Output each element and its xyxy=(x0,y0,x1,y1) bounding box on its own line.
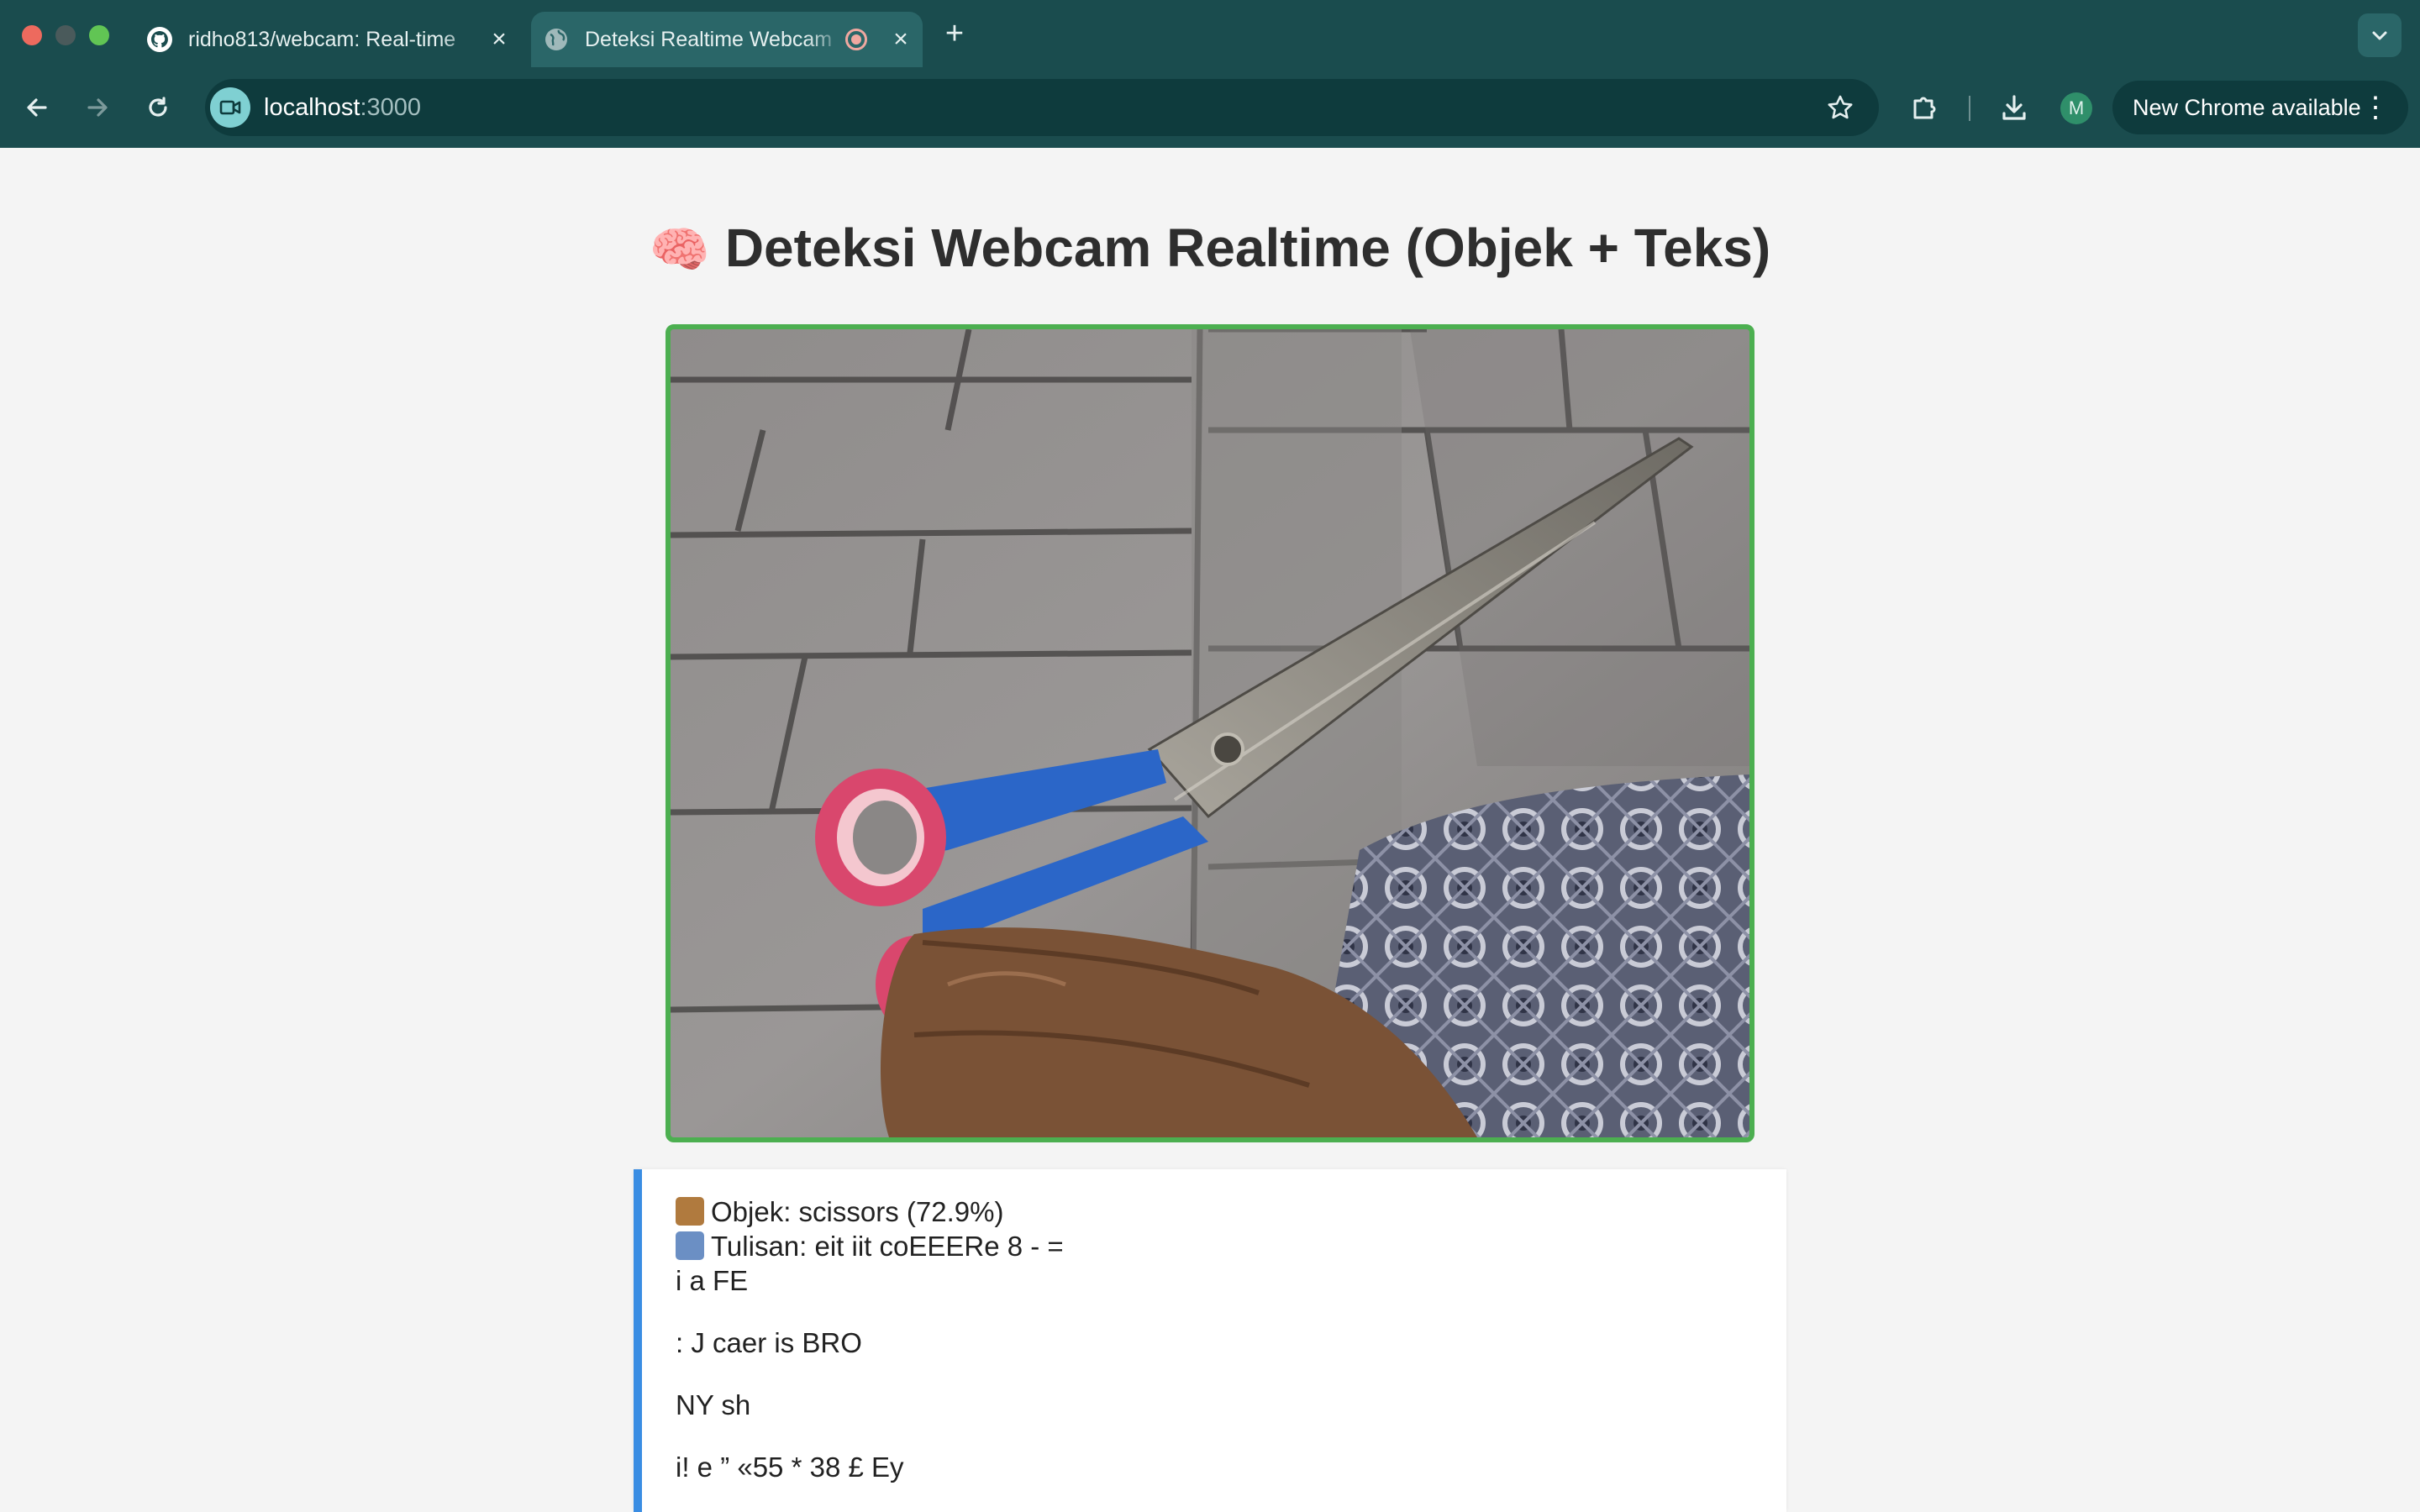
reload-button[interactable] xyxy=(138,87,178,128)
page-title: 🧠 Deteksi Webcam Realtime (Objek + Teks) xyxy=(0,217,2420,279)
puzzle-icon xyxy=(1913,97,1936,119)
globe-icon xyxy=(543,26,570,53)
close-window-button[interactable] xyxy=(22,25,42,45)
close-tab-icon[interactable]: × xyxy=(484,25,514,54)
abc-icon xyxy=(676,1231,704,1260)
toolbar-divider xyxy=(1969,96,1970,121)
new-tab-button[interactable]: + xyxy=(938,17,971,50)
text-result-label: Tulisan: eit iit coEEERe 8 - = xyxy=(711,1231,1064,1262)
url-host: localhost xyxy=(264,94,360,121)
object-result-text: Objek: scissors (72.9%) xyxy=(711,1196,1004,1227)
url-port: :3000 xyxy=(360,94,422,121)
chrome-update-button[interactable]: New Chrome available ⋮ xyxy=(2112,81,2408,134)
text-result: Tulisan: eit iit coEEERe 8 - = xyxy=(676,1229,1786,1263)
update-label: New Chrome available xyxy=(2133,94,2361,120)
package-icon xyxy=(676,1197,704,1226)
webcam-feed-image xyxy=(671,329,1749,1137)
camera-in-use-icon[interactable] xyxy=(210,87,250,128)
url-text: localhost:3000 xyxy=(264,79,421,136)
ocr-line: : J caer is BRO xyxy=(676,1327,862,1358)
browser-toolbar: localhost:3000 M New Chrome available ⋮ xyxy=(0,67,2420,148)
tab-search-button[interactable] xyxy=(2358,13,2402,57)
ocr-line: i! e ” «55 * 38 £ Ey xyxy=(676,1452,904,1483)
tab-github[interactable]: ridho813/webcam: Real-time × xyxy=(134,12,521,67)
ocr-line: i a FE xyxy=(676,1265,749,1296)
chevron-down-icon xyxy=(2372,31,2387,40)
tab-title: ridho813/webcam: Real-time xyxy=(188,27,456,51)
brain-icon: 🧠 xyxy=(649,223,711,277)
more-menu-icon[interactable]: ⋮ xyxy=(2361,91,2390,124)
webcam-video xyxy=(666,324,1754,1142)
github-icon xyxy=(146,26,173,53)
close-tab-icon[interactable]: × xyxy=(886,25,916,54)
page-content: 🧠 Deteksi Webcam Realtime (Objek + Teks) xyxy=(0,148,2420,1512)
profile-avatar[interactable]: M xyxy=(2060,92,2092,124)
downloads-button[interactable] xyxy=(1994,87,2034,128)
download-icon xyxy=(2002,95,2026,120)
arrow-right-icon xyxy=(87,98,108,117)
address-bar[interactable]: localhost:3000 xyxy=(205,79,1879,136)
object-result: Objek: scissors (72.9%) xyxy=(676,1194,1786,1229)
browser-chrome: ridho813/webcam: Real-time × Deteksi Rea… xyxy=(0,0,2420,148)
arrow-left-icon xyxy=(27,98,47,117)
recording-icon xyxy=(845,29,867,50)
back-button[interactable] xyxy=(17,87,57,128)
reload-icon xyxy=(149,97,167,117)
page-title-text: Deteksi Webcam Realtime (Objek + Teks) xyxy=(724,218,1771,278)
maximize-window-button[interactable] xyxy=(89,25,109,45)
detection-results: Objek: scissors (72.9%) Tulisan: eit iit… xyxy=(634,1169,1786,1512)
ocr-line: NY sh xyxy=(676,1389,751,1420)
minimize-window-button[interactable] xyxy=(55,25,76,45)
extensions-button[interactable] xyxy=(1904,87,1944,128)
forward-button[interactable] xyxy=(77,87,118,128)
tab-title: Deteksi Realtime Webcam xyxy=(585,27,833,51)
tab-deteksi[interactable]: Deteksi Realtime Webcam × xyxy=(531,12,923,67)
bookmark-star-icon[interactable] xyxy=(1825,92,1855,123)
tab-strip: ridho813/webcam: Real-time × Deteksi Rea… xyxy=(0,0,2420,67)
